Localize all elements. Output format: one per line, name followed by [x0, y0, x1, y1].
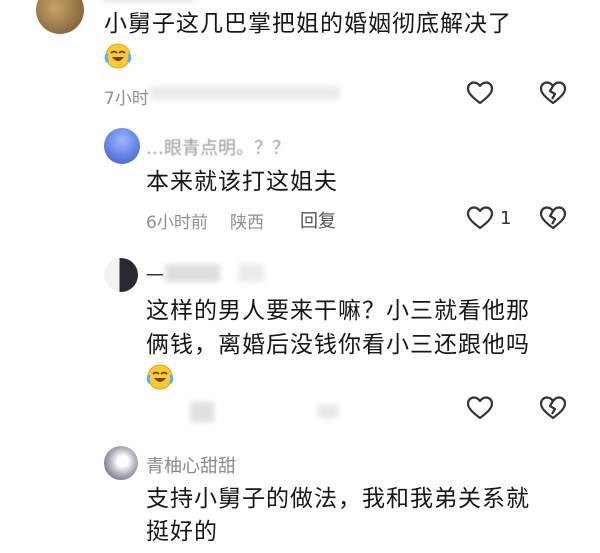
- blurred-meta: [318, 404, 338, 418]
- blurred-username: [165, 264, 220, 282]
- reply-avatar[interactable]: [104, 446, 138, 480]
- heart-outline-icon: [466, 396, 494, 420]
- heart-outline-icon: [466, 206, 494, 230]
- reply-username[interactable]: …眼青点明。？？: [146, 134, 290, 160]
- reply-location: 陕西: [230, 213, 264, 233]
- dislike-button[interactable]: [539, 205, 567, 231]
- dislike-button[interactable]: [539, 395, 567, 421]
- like-button[interactable]: 1: [466, 205, 511, 231]
- reply-text: 本来就该打这姐夫: [146, 169, 338, 195]
- broken-heart-icon: [539, 396, 567, 420]
- comment-time: 7小时: [104, 89, 149, 109]
- reply-text-line-2: 挺好的: [146, 519, 218, 545]
- laughing-crying-emoji-icon: [104, 43, 132, 69]
- comment-text: 小舅子这几巴掌把姐的婚姻彻底解决了: [104, 11, 512, 37]
- reply-text-line-1: 这样的男人要来干嘛？小三就看他那: [146, 298, 530, 324]
- reply-text-line-2: 俩钱，离婚后没钱你看小三还跟他吗: [146, 332, 530, 358]
- broken-heart-icon: [539, 206, 567, 230]
- reply-button[interactable]: 回复: [300, 207, 336, 233]
- like-button[interactable]: [466, 395, 494, 421]
- reply-username[interactable]: 一: [146, 262, 164, 288]
- laughing-crying-emoji-icon: [146, 364, 174, 390]
- blurred-username: [238, 264, 264, 282]
- reply-avatar[interactable]: [104, 258, 138, 292]
- like-count: 1: [500, 207, 512, 229]
- reply-username[interactable]: 青柚心甜甜: [146, 452, 236, 478]
- blurred-meta: [190, 402, 214, 422]
- blurred-meta: [150, 86, 340, 100]
- reply-avatar[interactable]: [104, 128, 140, 164]
- commenter-avatar[interactable]: [36, 0, 84, 34]
- reply-time: 6小时前: [146, 213, 208, 233]
- dislike-button[interactable]: [539, 80, 567, 106]
- like-button[interactable]: [466, 80, 494, 106]
- reply-text-line-1: 支持小舅子的做法，我和我弟关系就: [146, 486, 530, 512]
- blurred-username: [104, 0, 194, 2]
- broken-heart-icon: [539, 81, 567, 105]
- heart-outline-icon: [466, 81, 494, 105]
